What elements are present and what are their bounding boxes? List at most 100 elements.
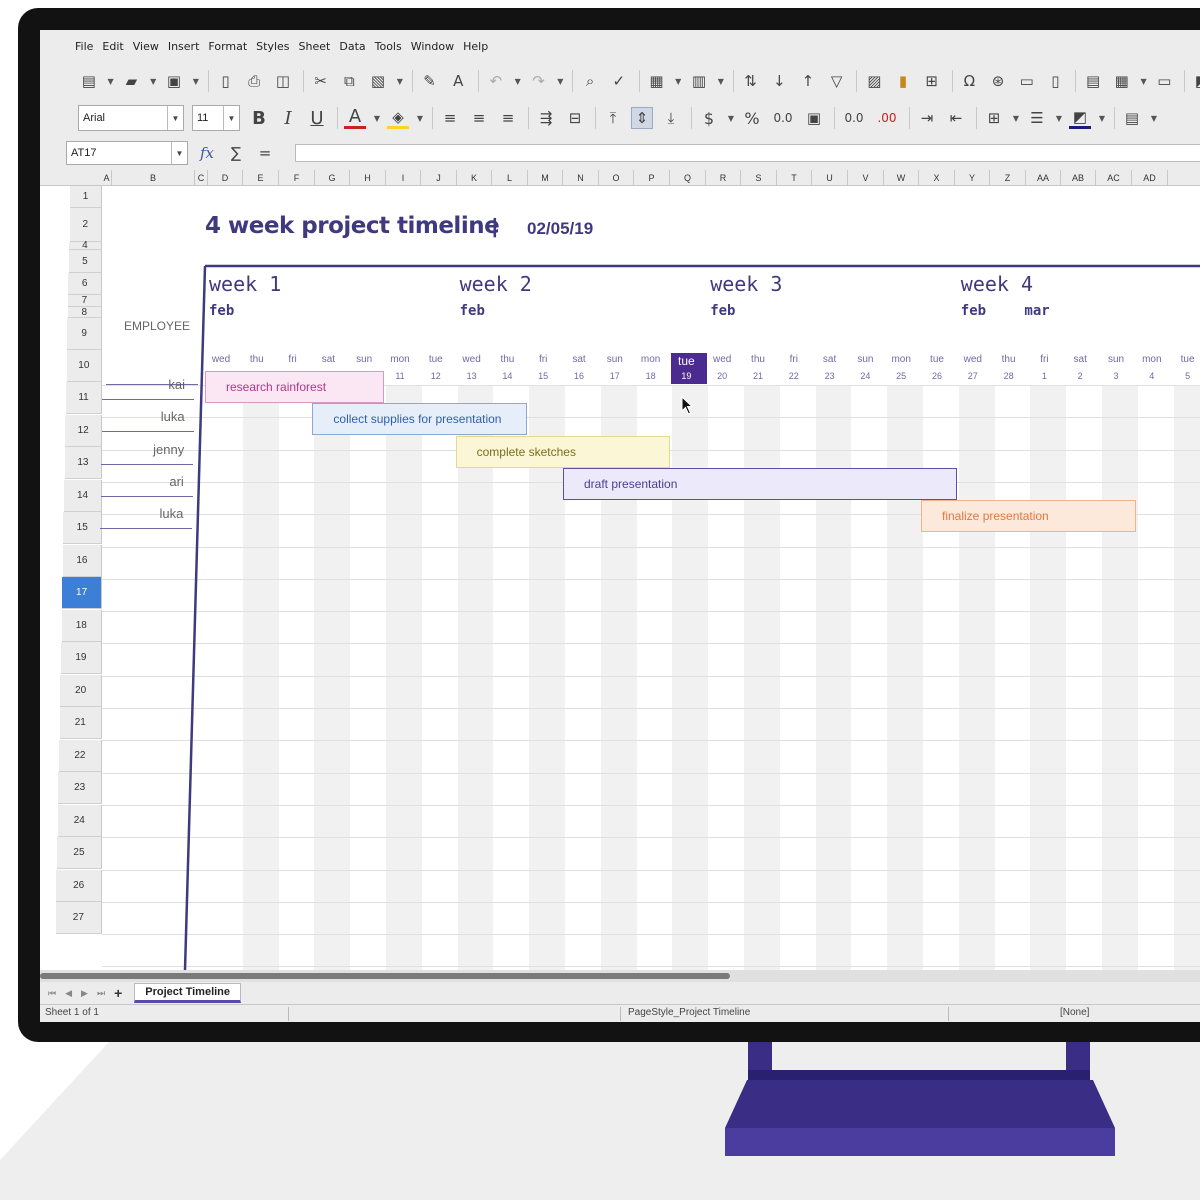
menu-help[interactable]: Help <box>463 40 488 53</box>
insert-image-icon[interactable]: ▨ <box>863 70 885 92</box>
row-header-9[interactable]: 9 <box>67 318 102 350</box>
employee-column-header[interactable]: EMPLOYEE <box>124 319 190 333</box>
align-right-icon[interactable]: ≡ <box>497 107 519 129</box>
row-header-8[interactable]: 8 <box>67 307 102 318</box>
first-sheet-icon[interactable]: ⏮ <box>48 988 56 999</box>
name-box[interactable]: AT17 ▼ <box>66 141 188 165</box>
add-decimal-button[interactable]: 0.0 <box>841 107 867 129</box>
row-header-21[interactable]: 21 <box>59 707 102 739</box>
font-color-dropdown-icon[interactable]: ▼ <box>373 107 381 129</box>
split-window-icon[interactable]: ▭ <box>1153 70 1175 92</box>
align-left-icon[interactable]: ≡ <box>439 107 461 129</box>
row-header-18[interactable]: 18 <box>61 610 102 642</box>
border-color-dropdown-icon[interactable]: ▼ <box>1098 107 1106 129</box>
row-header-6[interactable]: 6 <box>68 273 102 295</box>
row-header-5[interactable]: 5 <box>68 250 102 273</box>
export-pdf-icon[interactable]: ▯ <box>215 70 237 92</box>
chevron-down-icon[interactable]: ▼ <box>167 106 183 130</box>
row-header-25[interactable]: 25 <box>56 837 102 869</box>
open-folder-icon[interactable]: ▰ <box>121 70 143 92</box>
sort-descending-icon[interactable]: ↑ <box>797 70 819 92</box>
font-color-button[interactable]: A <box>344 106 366 129</box>
sort-ascending-icon[interactable]: ↓ <box>768 70 790 92</box>
next-sheet-icon[interactable]: ▶ <box>81 988 88 999</box>
row-header-23[interactable]: 23 <box>58 772 102 804</box>
language-status[interactable]: [None] <box>1060 1007 1089 1018</box>
conditional-format-icon[interactable]: ▤ <box>1121 107 1143 129</box>
chevron-down-icon[interactable]: ▼ <box>171 142 187 164</box>
task-bar[interactable]: finalize presentation <box>921 500 1136 533</box>
formula-equals-button[interactable]: = <box>254 142 276 164</box>
border-style-icon[interactable]: ☰ <box>1026 107 1048 129</box>
show-draw-functions-icon[interactable]: ◩ <box>1191 70 1200 92</box>
comment-icon[interactable]: ▭ <box>1016 70 1038 92</box>
freeze-rows-icon[interactable]: ▦ <box>1111 70 1133 92</box>
special-character-icon[interactable]: Ω <box>958 70 980 92</box>
sheet-grid[interactable]: A B C D E F G H I J K L M N O P Q R S T U V W X Y Z AA AB AC AD 12456… <box>40 170 1200 970</box>
sum-button[interactable]: ∑ <box>225 142 247 164</box>
sort-icon[interactable]: ⇅ <box>740 70 762 92</box>
task-bar[interactable]: complete sketches <box>455 435 671 468</box>
menu-file[interactable]: File <box>75 40 93 53</box>
borders-dropdown-icon[interactable]: ▼ <box>1012 107 1020 129</box>
menu-edit[interactable]: Edit <box>102 40 123 53</box>
insert-chart-icon[interactable]: ▮ <box>892 70 914 92</box>
menu-data[interactable]: Data <box>339 40 365 53</box>
employee-name[interactable]: luka <box>95 409 185 424</box>
header-footer-icon[interactable]: ▯ <box>1045 70 1067 92</box>
employee-name[interactable]: jenny <box>94 442 184 457</box>
add-sheet-icon[interactable]: + <box>114 985 122 1001</box>
task-bar[interactable]: collect supplies for presentation <box>312 403 528 436</box>
clone-formatting-icon[interactable]: ✎ <box>419 70 441 92</box>
row-header-16[interactable]: 16 <box>62 545 102 577</box>
highlight-color-icon[interactable]: ◈ <box>387 107 409 129</box>
row-header-17[interactable]: 17 <box>62 577 102 609</box>
employee-name[interactable]: ari <box>94 474 183 489</box>
save-icon[interactable]: ▣ <box>163 70 185 92</box>
last-sheet-icon[interactable]: ⏭ <box>97 988 105 999</box>
clear-formatting-icon[interactable]: A <box>447 70 469 92</box>
open-dropdown-icon[interactable]: ▼ <box>149 70 157 92</box>
row-header-19[interactable]: 19 <box>60 642 102 674</box>
freeze-dropdown-icon[interactable]: ▼ <box>1140 70 1148 92</box>
date-format-icon[interactable]: ▣ <box>803 107 825 129</box>
currency-format-button[interactable]: $ <box>698 107 720 129</box>
underline-button[interactable]: U <box>306 107 328 129</box>
page-style-status[interactable]: PageStyle_Project Timeline <box>628 1007 750 1018</box>
print-icon[interactable]: ⎙ <box>243 70 265 92</box>
task-bar[interactable]: research rainforest <box>205 371 384 403</box>
percent-format-button[interactable]: % <box>741 107 763 129</box>
find-replace-icon[interactable]: ⌕ <box>579 70 601 92</box>
paste-dropdown-icon[interactable]: ▼ <box>396 70 404 92</box>
previous-sheet-icon[interactable]: ◀ <box>65 988 72 999</box>
italic-button[interactable]: I <box>277 107 299 129</box>
pivot-table-icon[interactable]: ⊞ <box>921 70 943 92</box>
merge-cells-icon[interactable]: ⊟ <box>564 107 586 129</box>
hyperlink-icon[interactable]: ⊛ <box>987 70 1009 92</box>
menu-window[interactable]: Window <box>411 40 454 53</box>
highlight-dropdown-icon[interactable]: ▼ <box>416 107 424 129</box>
delete-decimal-button[interactable]: .00 <box>874 107 900 129</box>
border-style-dropdown-icon[interactable]: ▼ <box>1055 107 1063 129</box>
menu-tools[interactable]: Tools <box>375 40 402 53</box>
row-header-7[interactable]: 7 <box>67 295 102 307</box>
new-dropdown-icon[interactable]: ▼ <box>107 70 115 92</box>
border-color-icon[interactable]: ◩ <box>1069 107 1091 129</box>
menu-styles[interactable]: Styles <box>256 40 289 53</box>
conditional-dropdown-icon[interactable]: ▼ <box>1150 107 1158 129</box>
row-header-24[interactable]: 24 <box>57 805 102 837</box>
column-icon[interactable]: ▥ <box>688 70 710 92</box>
new-document-icon[interactable]: ▤ <box>78 70 100 92</box>
cut-icon[interactable]: ✂ <box>310 70 332 92</box>
number-format-button[interactable]: 0.0 <box>770 107 796 129</box>
redo-dropdown-icon[interactable]: ▼ <box>556 70 564 92</box>
undo-icon[interactable]: ↶ <box>485 70 507 92</box>
wrap-text-icon[interactable]: ⇶ <box>535 107 557 129</box>
increase-indent-icon[interactable]: ⇥ <box>916 107 938 129</box>
row-dropdown-icon[interactable]: ▼ <box>674 70 682 92</box>
row-header-22[interactable]: 22 <box>58 740 102 772</box>
save-dropdown-icon[interactable]: ▼ <box>192 70 200 92</box>
print-preview-icon[interactable]: ◫ <box>272 70 294 92</box>
currency-dropdown-icon[interactable]: ▼ <box>727 107 735 129</box>
scrollbar-thumb[interactable] <box>40 973 730 979</box>
